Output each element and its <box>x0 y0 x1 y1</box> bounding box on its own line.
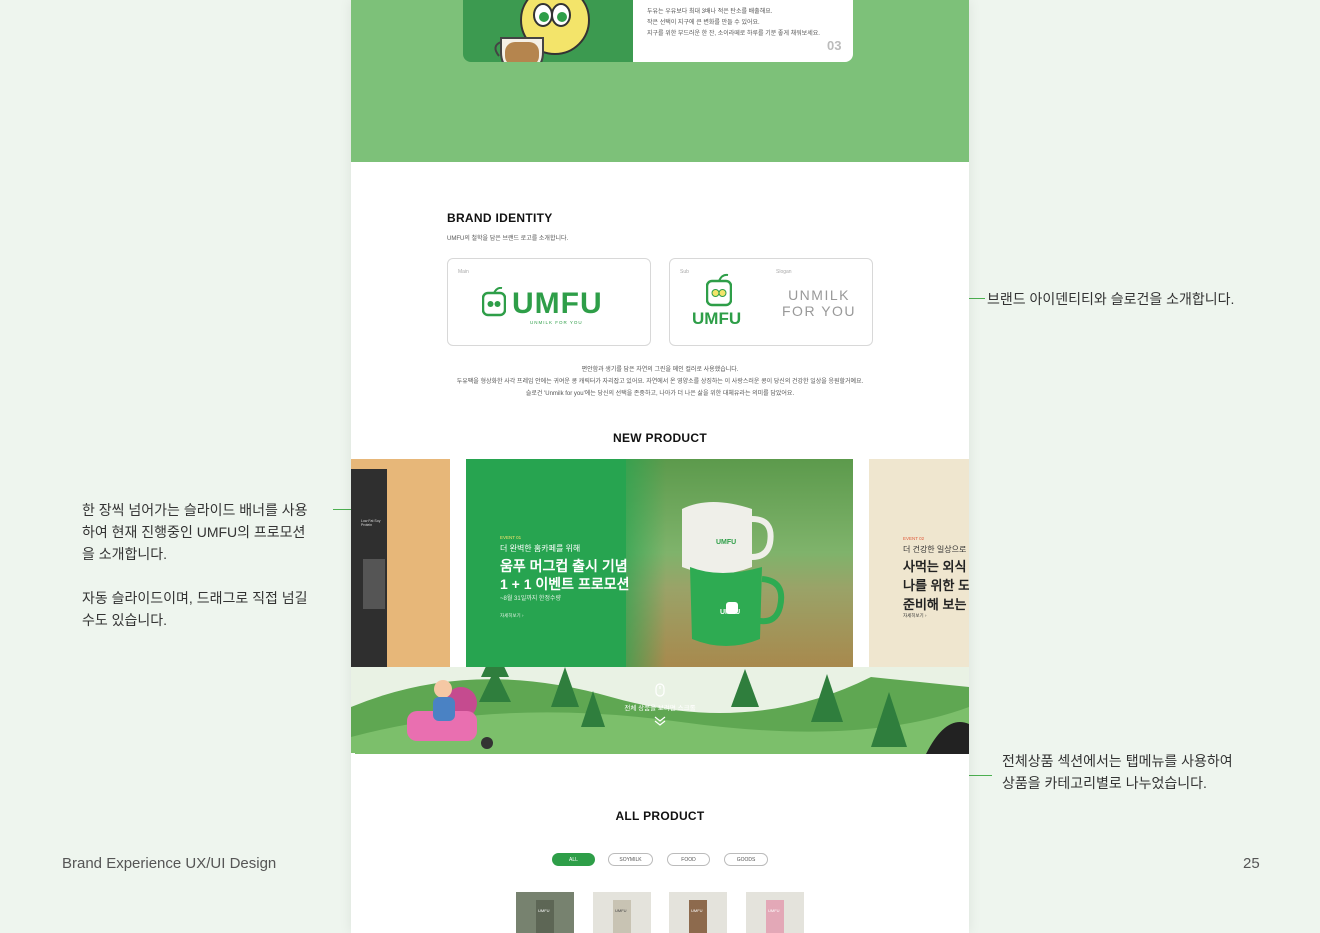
slogan-line: UNMILK <box>788 287 850 303</box>
sub-logo-label: Sub <box>680 269 689 275</box>
annotation-slider-line: 수도 있습니다. <box>82 612 168 628</box>
slide-headline-1: 움푸 머그컵 출시 기념 <box>500 558 628 574</box>
slide-next[interactable]: EVENT 02 더 건강한 일상으로 사먹는 외식 나를 위한 도 준비해 보… <box>869 459 969 667</box>
product-thumb[interactable]: UMFU <box>746 892 804 933</box>
annotation-slider: 한 장씩 넘어가는 슬라이드 배너를 사용 하여 현재 진행중인 UMFU의 프… <box>82 499 332 631</box>
slide-kicker: 더 건강한 일상으로 <box>903 545 967 554</box>
mug-wordmark-top: UMFU <box>716 539 737 546</box>
event-badge: EVENT 02 <box>903 536 925 541</box>
brand-identity-subtitle: UMFU의 철학을 담은 브랜드 로고를 소개합니다. <box>447 236 569 242</box>
annotation-all-product-line: 전체상품 섹션에서는 탭메뉴를 사용하여 <box>1002 753 1233 769</box>
slide-headline-2: 나를 위한 도 <box>903 578 969 593</box>
slide-headline-2: 1 + 1 이벤트 프로모션 <box>500 576 630 592</box>
eco-card-line: 지구를 위한 부드러운 한 잔, 소이라떼로 하루를 기분 좋게 채워보세요. <box>647 31 820 37</box>
slide-more-link[interactable]: 자세히보기 › <box>500 613 523 619</box>
page-number: 25 <box>1243 855 1260 872</box>
slide-more-link[interactable]: 자세히보기 › <box>903 613 926 619</box>
tab-soymilk[interactable]: SOYMILK <box>608 853 653 866</box>
annotation-slider-line: 자동 슬라이드이며, 드래그로 직접 넘길 <box>82 590 308 606</box>
annotation-brand-identity: 브랜드 아이덴티티와 슬로건을 소개합니다. <box>987 291 1235 307</box>
tab-food[interactable]: FOOD <box>667 853 710 866</box>
event-badge: EVENT 01 <box>500 535 522 540</box>
main-logo-wordmark: UMFU <box>512 287 603 320</box>
brand-identity-title: BRAND IDENTITY <box>447 211 553 225</box>
brand-description-line: 편안함과 생기를 담은 자연의 그린을 메인 컬러로 사용했습니다. <box>581 367 739 373</box>
deck-title: Brand Experience UX/UI Design <box>62 855 277 872</box>
main-logo-card: Main UMFU UNMILK FOR YOU <box>447 258 651 346</box>
main-logo-tagline: UNMILK FOR YOU <box>530 320 583 325</box>
sub-logo-wordmark: UMFU <box>692 309 742 328</box>
annotation-slider-line: 을 소개합니다. <box>82 546 168 562</box>
tab-all[interactable]: ALL <box>552 853 595 866</box>
all-product-title: ALL PRODUCT <box>615 809 705 823</box>
annotation-slider-line: 한 장씩 넘어가는 슬라이드 배너를 사용 <box>82 502 308 518</box>
slide-headline-3: 준비해 보는 <box>903 597 967 612</box>
chevron-down-icon[interactable] <box>653 716 667 726</box>
annotation-slider-line: 하여 현재 진행중인 UMFU의 프로모션 <box>82 524 306 540</box>
slide-kicker: 더 완벽한 홈카페를 위해 <box>500 544 581 553</box>
product-thumb[interactable]: UMFU <box>593 892 651 933</box>
slogan-text: UNMILK FOR YOU <box>782 287 856 319</box>
mug-wordmark-bottom: UMFU <box>720 609 741 616</box>
slide-previous[interactable]: Low Fat Soy Protein <box>351 459 450 667</box>
slogan-line: FOR YOU <box>782 303 857 319</box>
slide-date: ~8월 31일까지 한정수량 <box>500 596 562 602</box>
umfu-logo-icon <box>482 287 506 317</box>
annotation-all-product-line: 상품을 카테고리별로 나누었습니다. <box>1002 775 1207 791</box>
eco-card-image <box>463 0 633 74</box>
eco-card-line: 두유는 우유보다 최대 3배나 적은 탄소를 배출해요. <box>647 9 773 15</box>
brand-description-line: 두유팩을 형상화한 사각 프레임 안에는 귀여운 콩 캐릭터가 자리잡고 있어요… <box>456 379 864 385</box>
brand-description-line: 슬로건 'Unmilk for you'에는 당신의 선택을 존중하고, 나아가… <box>525 391 795 397</box>
product-thumb[interactable]: UMFU <box>516 892 574 933</box>
scroll-hint-text: 전체 상품을 보려면 스크롤 <box>624 705 696 712</box>
eco-card-number: 03 <box>827 38 842 53</box>
eco-card-text: 두유는 우유보다 최대 3배나 적은 탄소를 배출해요. 작은 선택이 지구에 … <box>647 7 847 40</box>
slogan-label: Slogan <box>776 269 792 275</box>
product-thumb[interactable]: UMFU <box>669 892 727 933</box>
soy-latte-illustration <box>494 0 590 74</box>
tab-goods[interactable]: GOODS <box>724 853 768 866</box>
sub-logo-card: Sub Slogan UMFU UNMILK FOR YOU <box>669 258 873 346</box>
slide-current[interactable]: UMFU UMFU EVENT 01 더 완벽한 홈카페를 위해 움푸 머그컵 … <box>466 459 853 667</box>
slide-pagination <box>641 658 672 667</box>
umfu-sub-logo-icon <box>706 273 732 307</box>
product-thumb-label: UMFU <box>538 908 550 913</box>
soymilk-pack: Low Fat Soy Protein <box>351 469 387 667</box>
slide-headline-1: 사먹는 외식 <box>903 559 967 574</box>
brand-description: 편안함과 생기를 담은 자연의 그린을 메인 컬러로 사용했습니다. 두유팩을 … <box>411 364 909 400</box>
mouse-scroll-icon <box>655 683 665 697</box>
product-thumb-label: UMFU <box>768 908 780 913</box>
umfu-mugs <box>682 502 785 646</box>
product-thumb-label: UMFU <box>615 908 627 913</box>
new-product-title: NEW PRODUCT <box>613 431 707 445</box>
eco-card-line: 작은 선택이 지구에 큰 변화를 만들 수 있어요. <box>647 20 760 26</box>
website-mockup: 두유는 우유보다 최대 3배나 적은 탄소를 배출해요. 작은 선택이 지구에 … <box>351 0 969 933</box>
main-logo-label: Main <box>458 269 469 275</box>
product-thumb-label: UMFU <box>691 908 703 913</box>
pack-label: Low Fat Soy Protein <box>361 519 381 527</box>
annotation-all-product: 전체상품 섹션에서는 탭메뉴를 사용하여 상품을 카테고리별로 나누었습니다. <box>1002 750 1302 794</box>
